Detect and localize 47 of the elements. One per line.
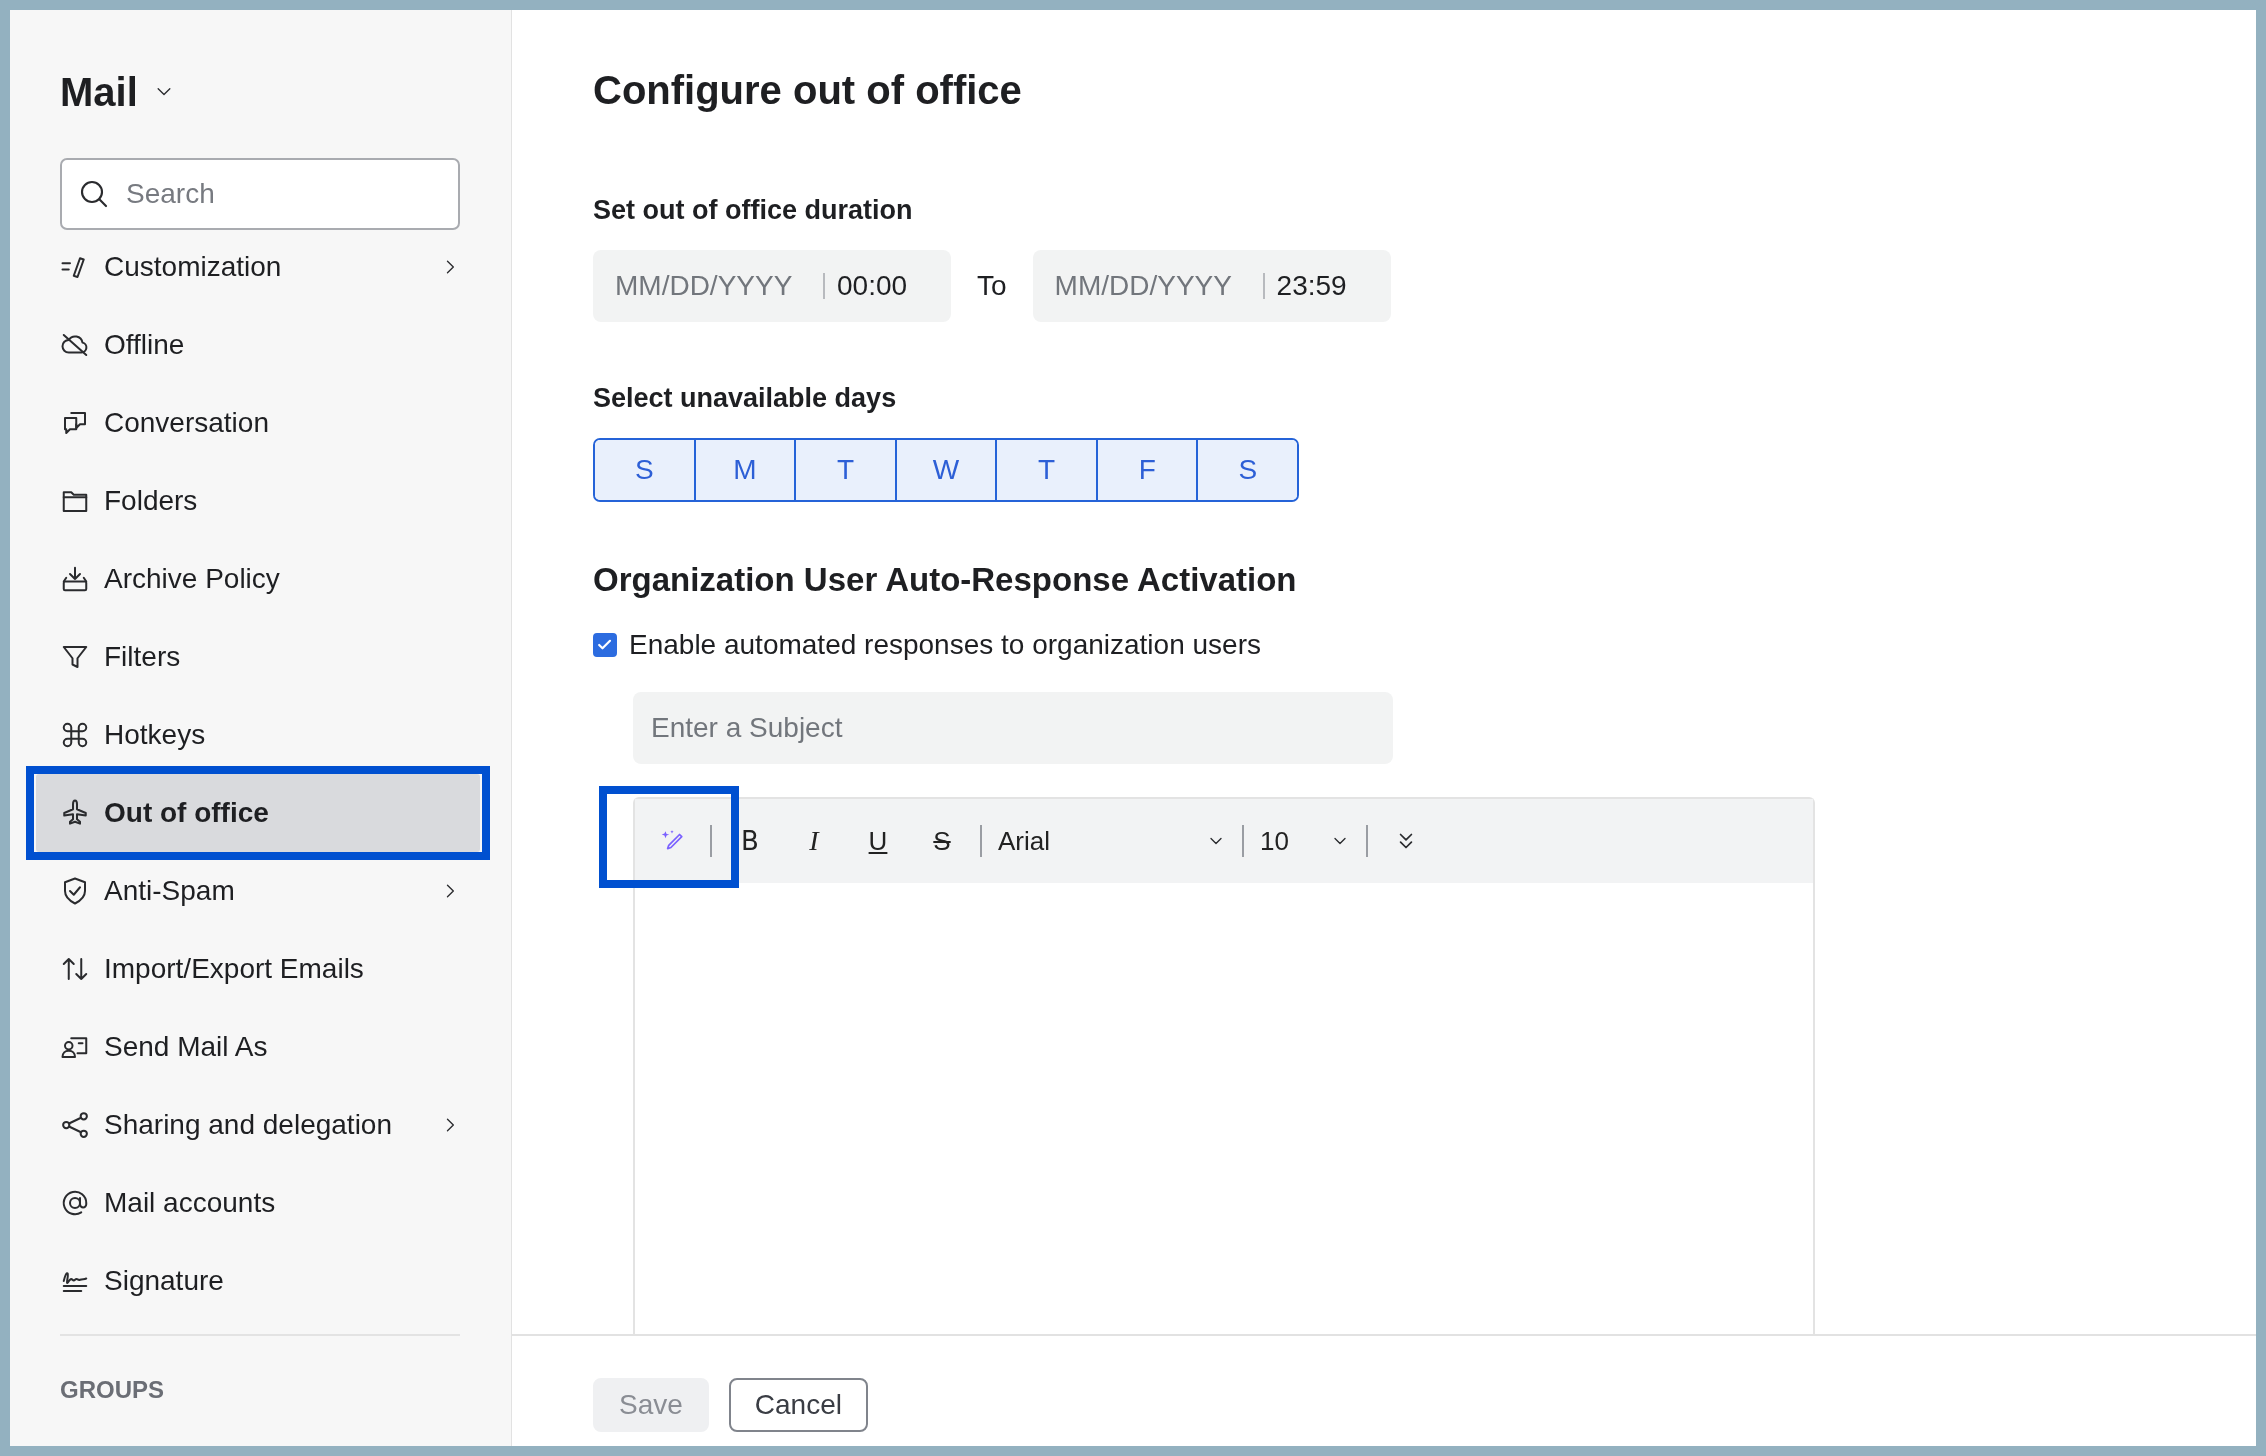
search-icon: [78, 178, 110, 210]
date-time-field[interactable]: MM/DD/YYYY 23:59: [1032, 250, 1391, 322]
sidebar-item[interactable]: Customization: [36, 256, 480, 306]
section-label: GROUPS: [60, 1376, 165, 1405]
day-toggle[interactable]: F: [1097, 440, 1199, 500]
airplane-icon: [60, 798, 90, 828]
sidebar-item[interactable]: Mail accounts: [36, 1164, 480, 1242]
section-label: Select unavailable days: [593, 382, 898, 415]
font-select[interactable]: Arial: [988, 819, 1236, 863]
search-field[interactable]: Search: [60, 158, 460, 230]
bold-button[interactable]: B: [728, 819, 772, 863]
checkbox[interactable]: [593, 633, 617, 657]
day-toggle[interactable]: T: [796, 440, 897, 500]
sidebar-item[interactable]: Anti-Spam: [36, 852, 480, 930]
italic-button[interactable]: I: [792, 819, 836, 863]
sidebar-item[interactable]: Send Mail As: [36, 1008, 480, 1086]
command-key-icon: [60, 720, 90, 750]
day-toggle[interactable]: T: [997, 440, 1098, 500]
day-toggle[interactable]: W: [896, 440, 998, 500]
day-toggle[interactable]: M: [695, 440, 797, 500]
checkbox-label: Enable automated responses to organization users: [629, 628, 1261, 662]
section-label: Set out of office duration: [593, 194, 914, 227]
sidebar-item[interactable]: Filters: [36, 618, 480, 696]
to-label: To: [977, 270, 1007, 302]
page-title: Configure out of office: [593, 67, 1023, 114]
share-nodes-icon: [60, 1110, 90, 1140]
sidebar-item[interactable]: Offline: [36, 306, 480, 384]
sidebar-item[interactable]: Hotkeys: [36, 696, 480, 774]
section-heading: Organization User Auto-Response Activation: [593, 560, 1298, 600]
sidebar-item[interactable]: Archive Policy: [36, 540, 480, 618]
strikethrough-button[interactable]: S: [920, 819, 964, 863]
size-select[interactable]: 10: [1250, 819, 1360, 863]
day-toggle[interactable]: S: [595, 440, 696, 500]
app-title[interactable]: Mail: [60, 69, 138, 115]
subject-field[interactable]: Enter a Subject: [633, 692, 1393, 764]
tray-download-icon: [60, 564, 90, 594]
day-toggle[interactable]: S: [1198, 440, 1297, 500]
underline-button[interactable]: U: [856, 819, 900, 863]
sidebar-item[interactable]: Out of office: [36, 774, 480, 852]
date-time-field[interactable]: MM/DD/YYYY 00:00: [593, 250, 951, 322]
sidebar-item[interactable]: Conversation: [36, 384, 480, 462]
sidebar-item[interactable]: Folders: [36, 462, 480, 540]
sidebar-item[interactable]: Import/Export Emails: [36, 930, 480, 1008]
sidebar-item[interactable]: Signature: [36, 1242, 480, 1310]
sidebar-item[interactable]: Sharing and delegation: [36, 1086, 480, 1164]
at-sign-icon: [60, 1188, 90, 1218]
cancel-button[interactable]: Cancel: [728, 1378, 868, 1432]
